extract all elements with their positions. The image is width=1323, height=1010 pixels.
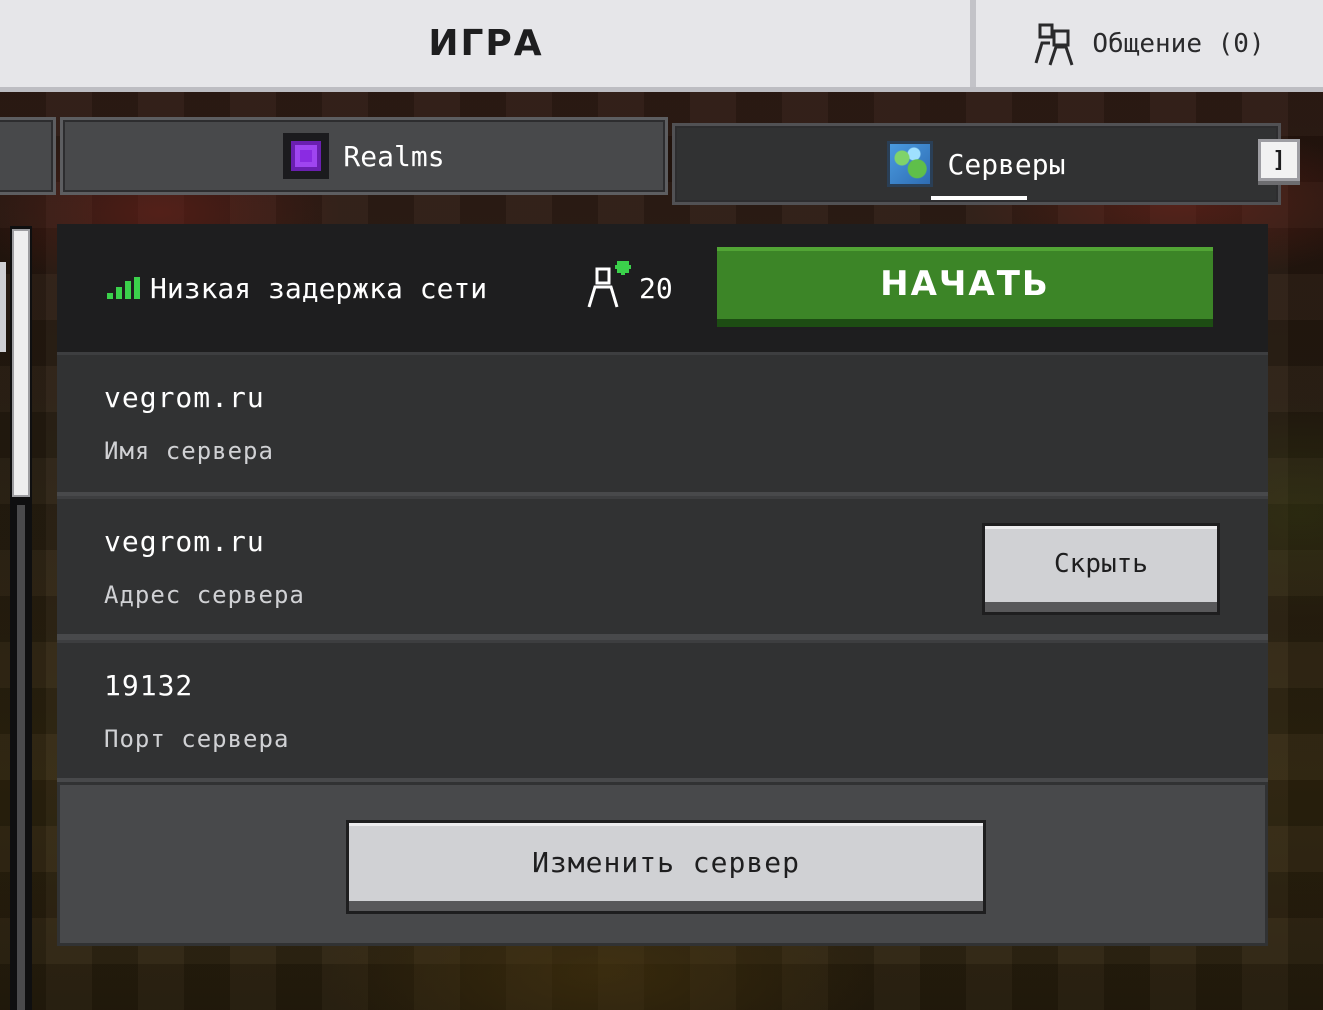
player-count: 20 (585, 258, 673, 316)
server-status-row: Низкая задержка сети 20 НАЧАТЬ (57, 224, 1268, 352)
add-players-icon (585, 258, 631, 316)
scrollbar-thumb[interactable] (12, 229, 30, 497)
server-name-field: vegrom.ru Имя сервера (57, 352, 1268, 492)
server-address-value: vegrom.ru (104, 525, 265, 558)
server-name-label: Имя сервера (104, 437, 274, 465)
panel-footer: Изменить сервер (57, 782, 1268, 946)
globe-icon (887, 141, 934, 187)
tab-friends[interactable] (0, 117, 56, 195)
edit-server-button[interactable]: Изменить сервер (346, 820, 986, 914)
server-address-label: Адрес сервера (104, 581, 305, 609)
realms-icon (283, 133, 330, 179)
server-port-value: 19132 (104, 669, 194, 702)
server-name-value: vegrom.ru (104, 381, 265, 414)
server-port-field: 19132 Порт сервера (57, 640, 1268, 778)
latency-label: Низкая задержка сети (150, 271, 488, 305)
tab-realms[interactable]: Realms (60, 117, 668, 195)
tab-realms-label: Realms (343, 139, 445, 173)
social-label: Общение (0) (1092, 28, 1265, 59)
server-port-label: Порт сервера (104, 725, 290, 753)
latency-indicator: Низкая задержка сети (107, 268, 487, 308)
hide-address-button[interactable]: Скрыть (982, 523, 1220, 615)
server-panel: Низкая задержка сети 20 НАЧАТЬ vegrom.ru… (57, 224, 1268, 946)
signal-bars-icon (107, 277, 140, 299)
page-title: ИГРА (428, 23, 544, 64)
friends-icon (1034, 21, 1084, 67)
tab-servers[interactable]: Серверы (672, 123, 1281, 205)
social-button[interactable]: Общение (0) (976, 0, 1323, 87)
scrollbar-rail (17, 505, 25, 1010)
left-panel-edge (0, 262, 6, 352)
play-button[interactable]: НАЧАТЬ (714, 244, 1216, 330)
active-tab-indicator (931, 196, 1027, 200)
key-hint-badge: ] (1258, 139, 1300, 181)
player-count-value: 20 (639, 271, 673, 305)
tab-servers-label: Серверы (947, 147, 1066, 181)
top-bar: ИГРА Общение (0) (0, 0, 1323, 92)
server-address-field: vegrom.ru Адрес сервера Скрыть (57, 496, 1268, 634)
